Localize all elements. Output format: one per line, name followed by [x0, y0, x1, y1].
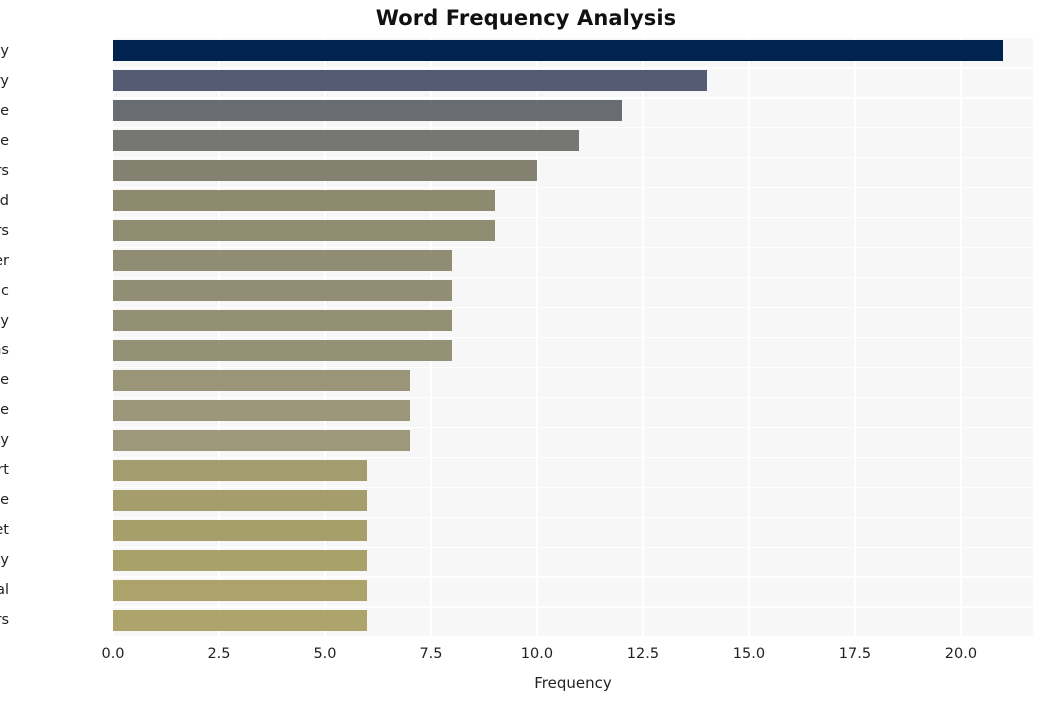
- gridline-horizontal: [113, 97, 1033, 99]
- gridline-horizontal: [113, 157, 1033, 159]
- gridline-horizontal: [113, 636, 1033, 637]
- bar-change[interactable]: [113, 369, 410, 391]
- gridline-horizontal: [113, 456, 1033, 458]
- x-tick-label-15.0: 15.0: [732, 646, 766, 662]
- bar-cybersecurity[interactable]: [113, 40, 1004, 62]
- gridline-horizontal: [113, 217, 1033, 219]
- y-tick-label-acquisitions: acquisitions: [0, 342, 9, 359]
- gridline-horizontal: [113, 486, 1033, 488]
- y-tick-label-years: years: [0, 612, 9, 629]
- y-tick-label-time: time: [0, 132, 9, 149]
- x-tick-label-10.0: 10.0: [520, 646, 554, 662]
- gridline-horizontal: [113, 396, 1033, 399]
- gridline-horizontal: [113, 187, 1033, 189]
- bar-active[interactable]: [113, 100, 622, 122]
- bar-private[interactable]: [113, 399, 410, 421]
- y-tick-label-industry: industry: [0, 72, 9, 89]
- bar-pretty[interactable]: [113, 549, 368, 571]
- y-tick-label-active: active: [0, 102, 9, 119]
- y-tick-label-activity: activity: [0, 312, 9, 329]
- gridline-horizontal: [113, 606, 1033, 608]
- bar-let[interactable]: [113, 519, 368, 541]
- y-tick-label-let: let: [0, 522, 9, 539]
- bar-activity[interactable]: [113, 310, 453, 332]
- gridline-horizontal: [113, 546, 1033, 548]
- x-tick-label-12.5: 12.5: [626, 646, 660, 662]
- x-tick-label-5.0: 5.0: [313, 646, 337, 662]
- bar-acquisitions[interactable]: [113, 339, 453, 361]
- bar-industry[interactable]: [113, 70, 707, 92]
- bar-investors[interactable]: [113, 220, 495, 242]
- bar-time[interactable]: [113, 130, 580, 152]
- bar-strategic[interactable]: [113, 280, 453, 302]
- x-tick-label-0.0: 0.0: [101, 646, 125, 662]
- bar-altitude[interactable]: [113, 489, 368, 511]
- gridline-horizontal: [113, 576, 1033, 578]
- y-tick-label-cybersecurity: cybersecurity: [0, 42, 9, 59]
- x-tick-label-17.5: 17.5: [838, 646, 872, 662]
- x-axis-label: Frequency: [534, 674, 612, 692]
- gridline-horizontal: [113, 516, 1033, 518]
- y-tick-label-equity: equity: [0, 432, 9, 449]
- plot-area: [113, 38, 1033, 637]
- bar-report[interactable]: [113, 459, 368, 481]
- gridline-horizontal: [113, 366, 1033, 369]
- chart-figure: Word Frequency Analysis cybersecurity ind…: [0, 0, 1052, 701]
- bar-trend[interactable]: [113, 190, 495, 212]
- y-tick-label-investors: investors: [0, 222, 9, 239]
- x-tick-label-2.5: 2.5: [207, 646, 231, 662]
- x-tick-label-7.5: 7.5: [419, 646, 443, 662]
- y-tick-label-report: report: [0, 462, 9, 479]
- y-tick-label-pretty: pretty: [0, 552, 9, 569]
- y-tick-label-altitude: altitude: [0, 492, 9, 509]
- gridline-horizontal: [113, 127, 1033, 129]
- bar-equity[interactable]: [113, 429, 410, 451]
- y-tick-label-buyers: buyers: [0, 162, 9, 179]
- bar-cyber[interactable]: [113, 250, 453, 272]
- bar-buyers[interactable]: [113, 160, 537, 182]
- gridline-horizontal: [113, 426, 1033, 428]
- gridline-horizontal: [113, 306, 1033, 309]
- bar-deal[interactable]: [113, 579, 368, 601]
- y-tick-label-change: change: [0, 372, 9, 389]
- bar-years[interactable]: [113, 609, 368, 631]
- y-tick-label-strategic: strategic: [0, 282, 9, 299]
- x-tick-label-20.0: 20.0: [944, 646, 978, 662]
- y-tick-label-cyber: cyber: [0, 252, 9, 269]
- y-tick-label-trend: trend: [0, 192, 9, 209]
- gridline-horizontal: [113, 336, 1033, 339]
- y-tick-label-deal: deal: [0, 582, 9, 599]
- gridline-horizontal: [113, 276, 1033, 279]
- gridline-horizontal: [113, 67, 1033, 69]
- gridline-horizontal: [113, 247, 1033, 249]
- y-tick-label-private: private: [0, 402, 9, 419]
- chart-title: Word Frequency Analysis: [375, 6, 677, 30]
